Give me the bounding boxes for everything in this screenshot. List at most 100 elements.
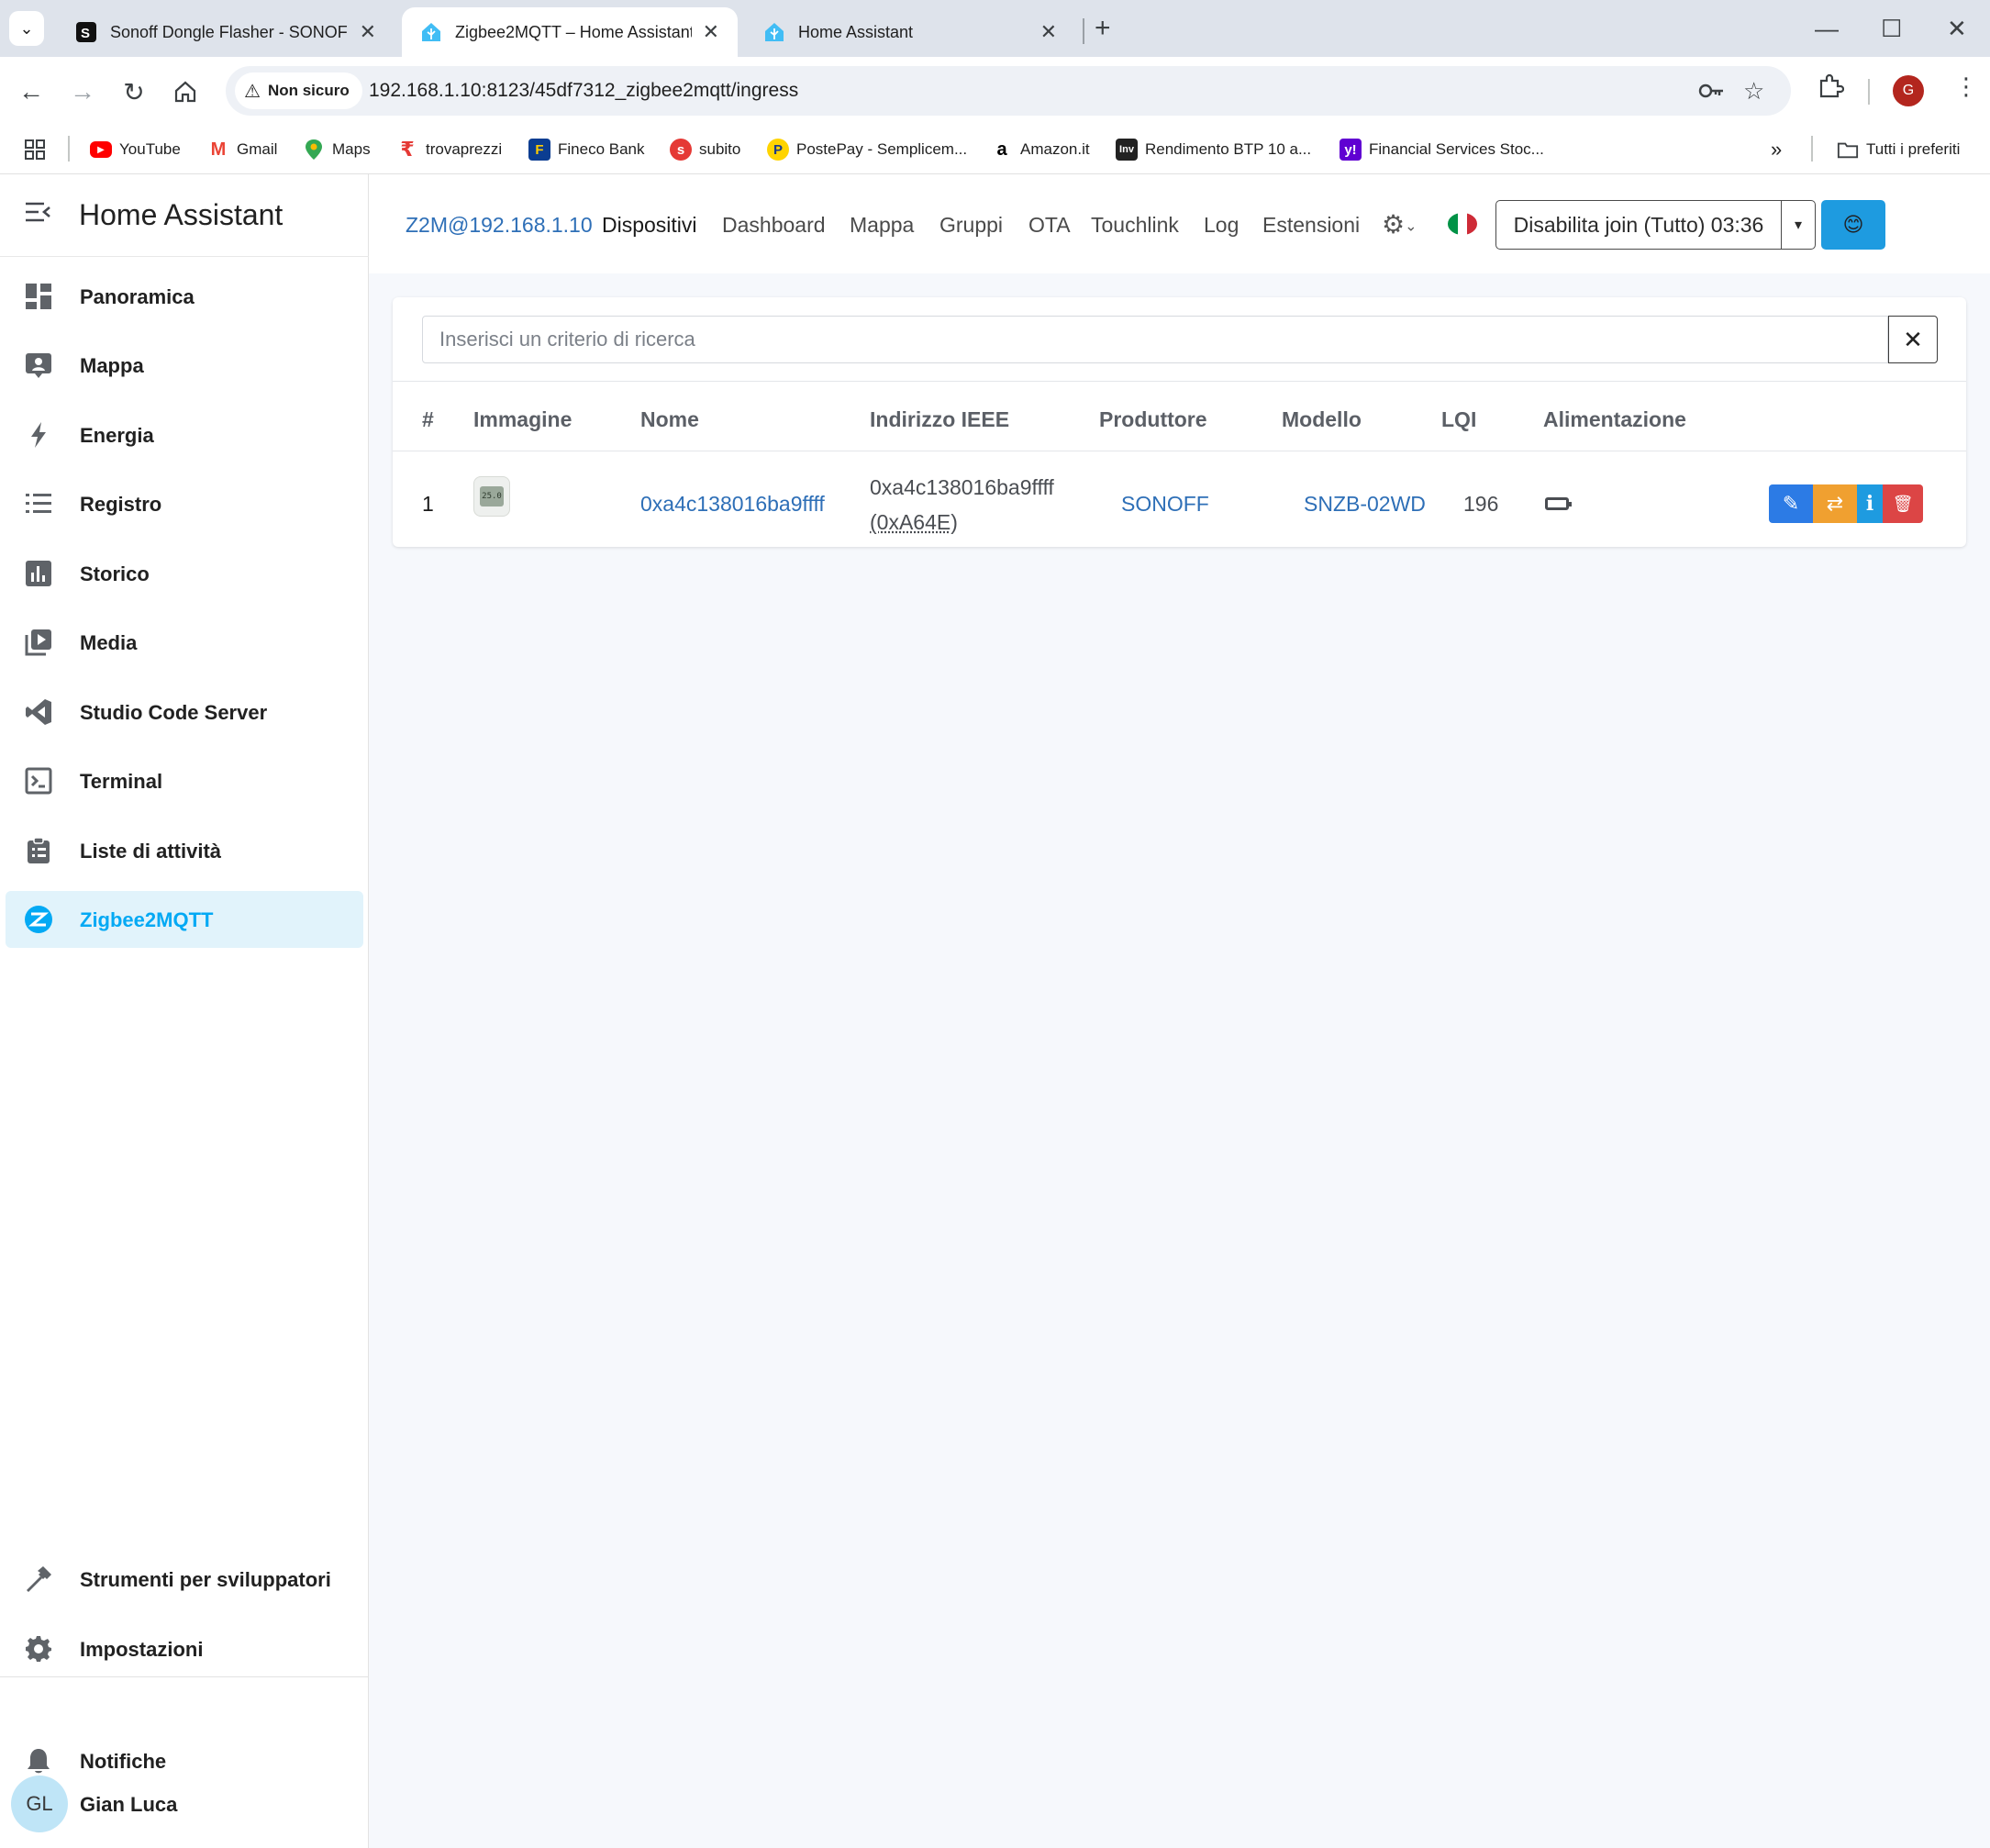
user-name[interactable]: Gian Luca (80, 1793, 177, 1817)
permit-join-dropdown[interactable]: ▾ (1781, 200, 1816, 250)
more-bookmarks-chevron-icon[interactable]: » (1771, 136, 1782, 163)
reload-icon[interactable]: ↻ (116, 73, 152, 110)
sidebar-item-storico[interactable]: Storico (6, 545, 363, 602)
column-header-model[interactable]: Modello (1282, 407, 1362, 432)
sidebar-item-impostazioni[interactable]: Impostazioni (6, 1620, 363, 1677)
sidebar-item-studio-code-server[interactable]: Studio Code Server (6, 684, 363, 740)
profile-avatar[interactable]: G (1893, 75, 1924, 106)
close-tab-icon[interactable]: ✕ (1040, 20, 1057, 44)
minimize-icon[interactable]: — (1815, 13, 1839, 44)
bookmark-gmail[interactable]: M Gmail (207, 136, 278, 163)
address-bar[interactable]: ⚠ Non sicuro 192.168.1.10:8123/45df7312_… (226, 66, 1791, 116)
play-box-multiple-icon (24, 628, 53, 657)
close-window-icon[interactable]: ✕ (1947, 13, 1967, 44)
column-header-ieee[interactable]: Indirizzo IEEE (870, 407, 1009, 432)
browser-tab-sonoff[interactable]: S Sonoff Dongle Flasher - SONOFF D ✕ (57, 7, 395, 57)
sidebar-item-label: Liste di attività (80, 840, 222, 863)
sidebar-item-media[interactable]: Media (6, 614, 363, 671)
list-icon (24, 489, 53, 518)
column-header-lqi[interactable]: LQI (1441, 407, 1476, 432)
nav-dashboard[interactable]: Dashboard (722, 213, 826, 238)
bookmark-investing[interactable]: Inv Rendimento BTP 10 a... (1116, 136, 1311, 163)
nav-touchlink[interactable]: Touchlink (1091, 213, 1179, 238)
device-vendor-link[interactable]: SONOFF (1121, 492, 1209, 517)
bookmark-trovaprezzi[interactable]: ₹ trovaprezzi (396, 136, 502, 163)
gmail-icon: M (210, 139, 227, 160)
close-tab-icon[interactable]: ✕ (360, 20, 376, 44)
italian-flag-icon[interactable] (1448, 213, 1477, 235)
clear-search-button[interactable]: ✕ (1888, 316, 1938, 363)
bookmark-star-icon[interactable]: ☆ (1743, 77, 1764, 106)
ha-sidebar: Home Assistant Panoramica Mappa Energia … (0, 174, 369, 1848)
tab-search-button[interactable]: ⌄ (9, 11, 44, 46)
fineco-icon: F (528, 139, 550, 161)
device-network-address: (0xA64E) (870, 510, 958, 534)
permit-join-button[interactable]: Disabilita join (Tutto) 03:36 (1495, 200, 1782, 250)
bookmark-postepay[interactable]: P PostePay - Semplicem... (767, 136, 967, 163)
sidebar-divider (0, 1676, 369, 1677)
url-text[interactable]: 192.168.1.10:8123/45df7312_zigbee2mqtt/i… (369, 80, 798, 102)
bookmark-youtube[interactable]: ▶ YouTube (90, 136, 181, 163)
column-header-name[interactable]: Nome (640, 407, 699, 432)
bookmark-amazon[interactable]: a Amazon.it (991, 136, 1090, 163)
reconfigure-device-button[interactable]: ⇄ (1813, 484, 1857, 523)
apps-grid-icon[interactable] (24, 136, 46, 163)
home-icon[interactable] (167, 73, 204, 110)
bookmark-label: Tutti i preferiti (1866, 140, 1961, 158)
device-name-link[interactable]: 0xa4c138016ba9ffff (640, 492, 825, 517)
sidebar-item-developer-tools[interactable]: Strumenti per sviluppatori (6, 1551, 363, 1608)
device-search-input[interactable] (422, 316, 1888, 363)
kebab-menu-icon[interactable]: ⋮ (1954, 72, 1978, 101)
folder-icon (1837, 139, 1859, 161)
nav-gruppi[interactable]: Gruppi (939, 213, 1003, 238)
column-header-image[interactable]: Immagine (473, 407, 572, 432)
menu-collapse-icon[interactable] (24, 200, 51, 231)
sidebar-item-liste-di-attivita[interactable]: Liste di attività (6, 822, 363, 879)
sidebar-item-notifiche[interactable]: Notifiche (6, 1732, 363, 1789)
forward-arrow-icon[interactable]: → (64, 73, 101, 110)
tab-title: Sonoff Dongle Flasher - SONOFF D (110, 22, 349, 41)
nav-log[interactable]: Log (1204, 213, 1239, 238)
bookmark-fineco[interactable]: F Fineco Bank (528, 136, 645, 163)
sidebar-item-zigbee2mqtt[interactable]: Zigbee2MQTT (6, 891, 363, 948)
device-image[interactable]: 25.0 (473, 476, 510, 517)
device-model-link[interactable]: SNZB-02WD (1304, 492, 1426, 517)
edit-device-button[interactable]: ✎ (1769, 484, 1813, 523)
close-tab-icon[interactable]: ✕ (703, 20, 719, 44)
user-avatar[interactable]: GL (11, 1776, 68, 1832)
column-header-index[interactable]: # (422, 407, 434, 432)
donate-emoji-button[interactable]: 😊 (1821, 200, 1885, 250)
extensions-puzzle-icon[interactable] (1817, 72, 1845, 106)
sidebar-item-energia[interactable]: Energia (6, 406, 363, 463)
sidebar-item-terminal[interactable]: Terminal (6, 752, 363, 809)
bookmark-label: Amazon.it (1020, 140, 1090, 158)
chart-bar-icon (24, 559, 53, 588)
nav-estensioni[interactable]: Estensioni (1262, 213, 1360, 238)
sidebar-item-panoramica[interactable]: Panoramica (6, 268, 363, 325)
settings-gear-icon[interactable]: ⚙⌄ (1382, 209, 1417, 239)
device-info-button[interactable]: i (1857, 484, 1883, 523)
browser-tab-home-assistant[interactable]: Home Assistant ✕ (745, 7, 1075, 57)
column-header-power[interactable]: Alimentazione (1543, 407, 1686, 432)
all-bookmarks-folder[interactable]: Tutti i preferiti (1837, 136, 1960, 163)
nav-ota[interactable]: OTA (1028, 213, 1071, 238)
new-tab-button[interactable]: + (1095, 13, 1111, 44)
browser-tab-zigbee2mqtt[interactable]: Zigbee2MQTT – Home Assistant ✕ (402, 7, 738, 57)
key-icon[interactable] (1697, 77, 1725, 111)
security-chip[interactable]: ⚠ Non sicuro (235, 72, 362, 109)
sidebar-item-label: Energia (80, 424, 154, 447)
bookmark-subito[interactable]: s subito (670, 136, 740, 163)
sidebar-item-registro[interactable]: Registro (6, 475, 363, 532)
home-assistant-favicon-icon (763, 21, 785, 43)
remove-device-button[interactable]: 🗑 (1883, 484, 1923, 523)
bookmark-maps[interactable]: Maps (303, 136, 371, 163)
lightning-bolt-icon (24, 420, 53, 450)
column-header-vendor[interactable]: Produttore (1099, 407, 1207, 432)
back-arrow-icon[interactable]: ← (13, 73, 50, 110)
nav-dispositivi[interactable]: Dispositivi (602, 213, 697, 238)
z2m-brand-link[interactable]: Z2M@192.168.1.10 (406, 213, 593, 238)
sidebar-item-mappa[interactable]: Mappa (6, 337, 363, 394)
bookmark-yahoo[interactable]: y! Financial Services Stoc... (1340, 136, 1544, 163)
maximize-icon[interactable]: ☐ (1881, 13, 1902, 44)
nav-mappa[interactable]: Mappa (850, 213, 914, 238)
